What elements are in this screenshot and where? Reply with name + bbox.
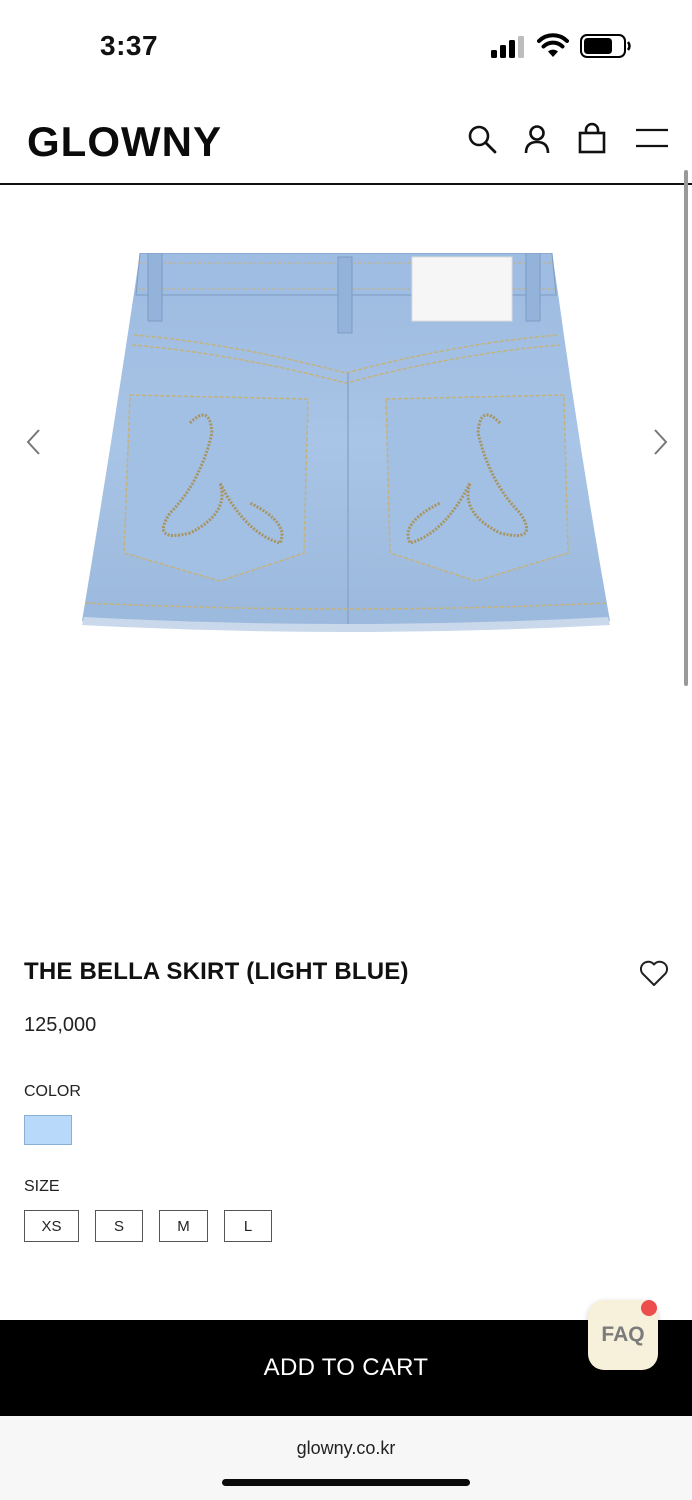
account-icon[interactable] [520, 122, 554, 156]
bag-icon[interactable] [575, 122, 609, 156]
heart-icon[interactable] [638, 958, 670, 988]
home-indicator[interactable] [222, 1479, 470, 1486]
size-label: SIZE [24, 1178, 60, 1195]
color-swatch-light-blue[interactable] [24, 1115, 72, 1145]
battery-icon [580, 34, 631, 58]
product-gallery[interactable] [0, 187, 692, 687]
faq-button[interactable]: FAQ [588, 1300, 658, 1370]
brand-logo[interactable]: GLOWNY [27, 118, 222, 166]
size-option-xs[interactable]: XS [24, 1210, 79, 1242]
browser-url-bar[interactable]: glowny.co.kr [0, 1416, 692, 1500]
faq-label: FAQ [601, 1323, 645, 1346]
size-option-l[interactable]: L [224, 1210, 272, 1242]
color-label: COLOR [24, 1083, 81, 1100]
wifi-icon [537, 33, 569, 57]
size-option-s[interactable]: S [95, 1210, 143, 1242]
product-image [82, 253, 610, 632]
add-to-cart-label: ADD TO CART [263, 1354, 429, 1381]
signal-icon [491, 36, 524, 58]
url-text[interactable]: glowny.co.kr [0, 1438, 692, 1459]
chevron-left-icon[interactable] [22, 427, 46, 457]
menu-icon[interactable] [634, 122, 670, 156]
notification-dot [641, 1300, 657, 1316]
search-icon[interactable] [465, 122, 499, 156]
chevron-right-icon[interactable] [648, 427, 672, 457]
product-title: THE BELLA SKIRT (LIGHT BLUE) [24, 958, 409, 985]
status-time: 3:37 [100, 30, 159, 61]
product-price: 125,000 [24, 1014, 97, 1036]
size-option-m[interactable]: M [159, 1210, 208, 1242]
site-header: GLOWNY [0, 100, 692, 185]
status-bar: 3:37 [0, 0, 692, 92]
